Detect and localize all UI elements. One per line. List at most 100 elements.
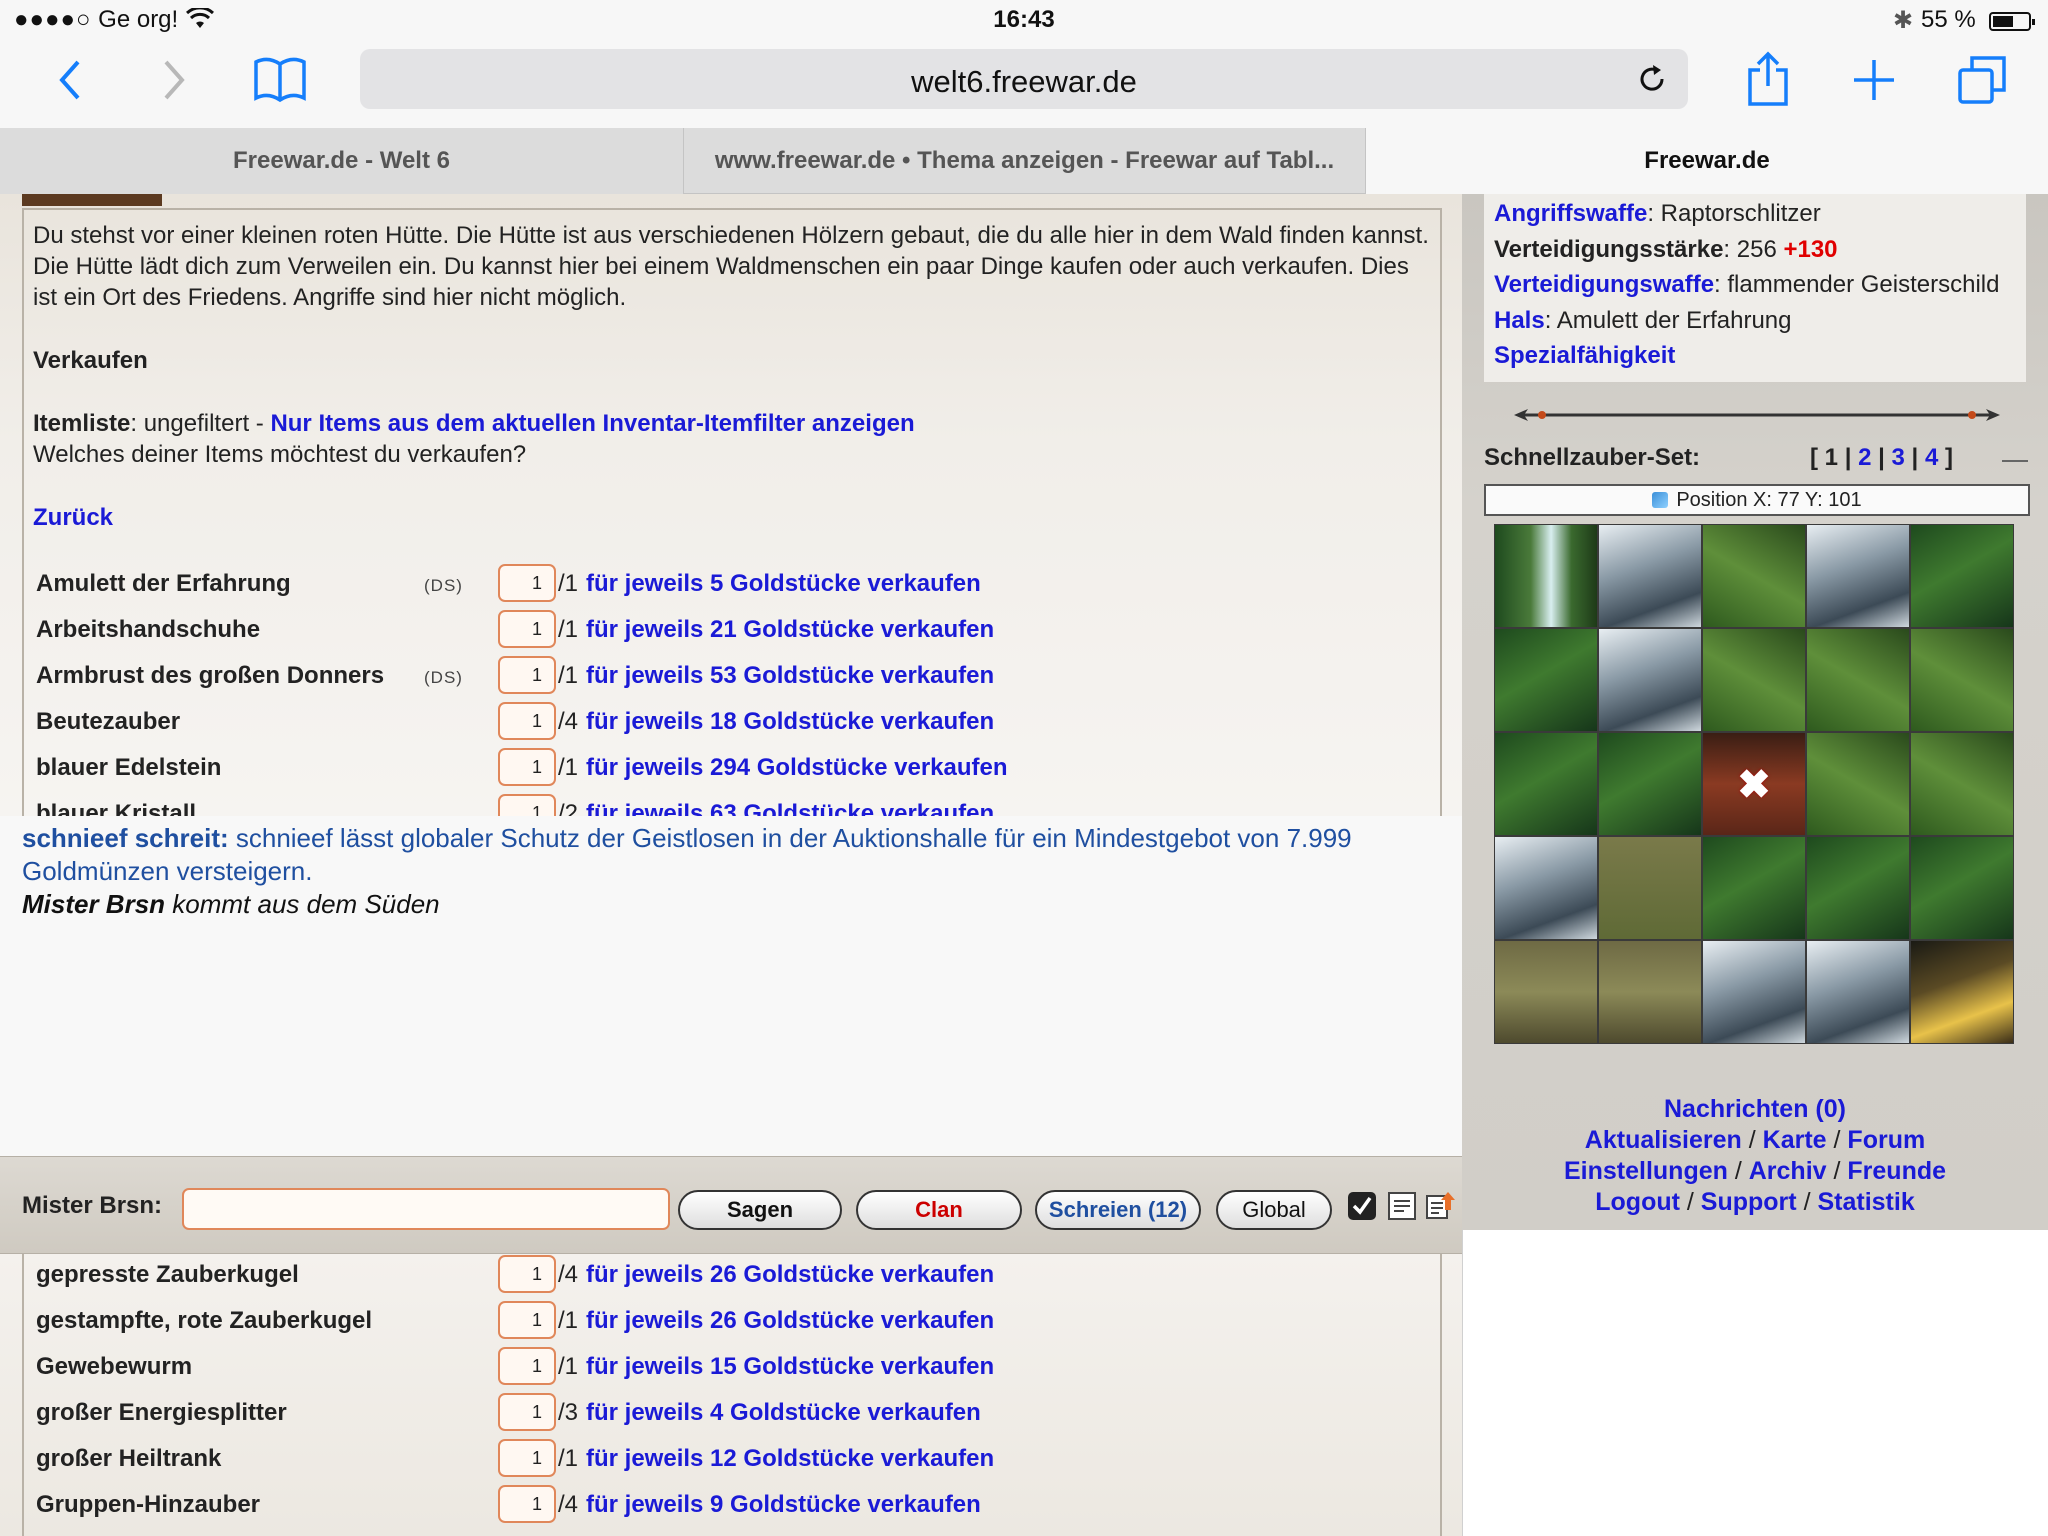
map-tile[interactable] (1598, 940, 1702, 1044)
map-tile[interactable] (1494, 732, 1598, 836)
quickspell-set-2[interactable]: 2 (1858, 444, 1871, 471)
quantity-input[interactable]: 1 (498, 1347, 556, 1385)
map-tile[interactable] (1494, 628, 1598, 732)
quantity-input[interactable]: 1 (498, 748, 556, 786)
map-tile[interactable] (1702, 628, 1806, 732)
chat-input[interactable] (182, 1188, 670, 1230)
quantity-input[interactable]: 1 (498, 1393, 556, 1431)
map-tile[interactable] (1494, 940, 1598, 1044)
bookmarks-icon[interactable] (252, 54, 308, 104)
quantity-input[interactable]: 1 (498, 1255, 556, 1293)
reload-icon[interactable] (1636, 63, 1668, 95)
map-tile[interactable] (1702, 524, 1806, 628)
chat-options-icon[interactable] (1424, 1190, 1456, 1222)
url-text[interactable]: welt6.freewar.de (360, 64, 1688, 100)
item-available-count: /2 (558, 800, 579, 816)
item-name: großer Energiesplitter (36, 1399, 287, 1426)
address-bar[interactable]: welt6.freewar.de (360, 49, 1688, 109)
quantity-input[interactable]: 1 (498, 702, 556, 740)
sell-link[interactable]: für jeweils 21 Goldstücke verkaufen (586, 616, 994, 644)
tabs-overview-icon[interactable] (1956, 54, 2008, 106)
map-tile[interactable] (1702, 836, 1806, 940)
map-tile[interactable] (1494, 836, 1598, 940)
tab-freewar-active[interactable]: Freewar.de (1366, 128, 2048, 194)
separator: / (1826, 1126, 1848, 1154)
archive-link[interactable]: Archiv (1749, 1157, 1827, 1185)
sell-link[interactable]: für jeweils 9 Goldstücke verkaufen (586, 1491, 981, 1519)
quantity-input[interactable]: 1 (498, 794, 556, 816)
stat-key[interactable]: Spezialfähigkeit (1494, 342, 1675, 369)
quantity-input[interactable]: 1 (498, 656, 556, 694)
stat-key[interactable]: Angriffswaffe (1494, 200, 1647, 227)
quantity-input[interactable]: 1 (498, 1485, 556, 1523)
statistics-link[interactable]: Statistik (1817, 1188, 1914, 1216)
map-tile[interactable] (1598, 836, 1702, 940)
item-tag: (DS) (424, 668, 463, 687)
back-link[interactable]: Zurück (33, 504, 113, 532)
sell-link[interactable]: für jeweils 15 Goldstücke verkaufen (586, 1353, 994, 1381)
clan-button[interactable]: Clan (856, 1190, 1022, 1230)
map-tile[interactable] (1494, 524, 1598, 628)
quickspell-set-3[interactable]: 3 (1892, 444, 1905, 471)
chat-player-name[interactable]: Mister Brsn (22, 889, 165, 919)
sell-link[interactable]: für jeweils 26 Goldstücke verkaufen (586, 1261, 994, 1289)
tab-forum-thread[interactable]: www.freewar.de • Thema anzeigen - Freewa… (684, 128, 1366, 194)
separator: / (1796, 1188, 1818, 1216)
map-tile[interactable] (1910, 836, 2014, 940)
sell-link[interactable]: für jeweils 53 Goldstücke verkaufen (586, 662, 994, 690)
map-tile[interactable] (1598, 628, 1702, 732)
share-icon[interactable] (1746, 50, 1790, 108)
tab-freewar-welt6[interactable]: Freewar.de - Welt 6 (0, 128, 684, 194)
map-tile[interactable] (1806, 524, 1910, 628)
item-available-count: /1 (558, 1445, 579, 1472)
say-button[interactable]: Sagen (678, 1190, 842, 1230)
support-link[interactable]: Support (1701, 1188, 1797, 1216)
sell-link[interactable]: für jeweils 4 Goldstücke verkaufen (586, 1399, 981, 1427)
map-tile[interactable] (1598, 732, 1702, 836)
stat-key[interactable]: Hals (1494, 307, 1545, 334)
map-tile[interactable] (1910, 940, 2014, 1044)
item-name: Gewebewurm (36, 1353, 193, 1380)
quantity-input[interactable]: 1 (498, 1301, 556, 1339)
quantity-input[interactable]: 1 (498, 610, 556, 648)
refresh-link[interactable]: Aktualisieren (1585, 1126, 1742, 1154)
map-tile[interactable] (1910, 524, 2014, 628)
map-tile[interactable] (1598, 524, 1702, 628)
settings-link[interactable]: Einstellungen (1564, 1157, 1728, 1185)
sell-link[interactable]: für jeweils 5 Goldstücke verkaufen (586, 570, 981, 598)
map-tile[interactable] (1806, 836, 1910, 940)
quickspell-set-4[interactable]: 4 (1925, 444, 1938, 471)
forum-link[interactable]: Forum (1847, 1126, 1925, 1154)
notes-icon[interactable] (1386, 1190, 1418, 1222)
back-icon[interactable] (56, 58, 84, 102)
map-tile-current[interactable]: ✖ (1702, 732, 1806, 836)
sell-link[interactable]: für jeweils 26 Goldstücke verkaufen (586, 1307, 994, 1335)
sell-link[interactable]: für jeweils 294 Goldstücke verkaufen (586, 754, 1008, 782)
new-tab-icon[interactable] (1852, 58, 1896, 102)
logout-link[interactable]: Logout (1595, 1188, 1680, 1216)
shout-button[interactable]: Schreien (12) (1035, 1190, 1201, 1230)
sell-link[interactable]: für jeweils 12 Goldstücke verkaufen (586, 1445, 994, 1473)
map-tile[interactable] (1806, 940, 1910, 1044)
map-link[interactable]: Karte (1763, 1126, 1827, 1154)
map-tile[interactable] (1806, 732, 1910, 836)
stat-key[interactable]: Verteidigungswaffe (1494, 271, 1714, 298)
global-button[interactable]: Global (1216, 1190, 1332, 1230)
map-tile[interactable] (1702, 940, 1806, 1044)
sell-link[interactable]: für jeweils 18 Goldstücke verkaufen (586, 708, 994, 736)
itemlist-filter-link[interactable]: Nur Items aus dem aktuellen Inventar-Ite… (270, 410, 914, 437)
friends-link[interactable]: Freunde (1847, 1157, 1946, 1185)
bluetooth-icon: ✱ (1893, 7, 1914, 34)
sell-link[interactable]: für jeweils 63 Goldstücke verkaufen (586, 800, 994, 816)
checkbox-icon[interactable] (1346, 1190, 1378, 1222)
messages-link[interactable]: Nachrichten (0) (1664, 1095, 1846, 1123)
map-tile[interactable] (1910, 732, 2014, 836)
quickspell-set-1[interactable]: 1 (1825, 444, 1838, 471)
chat-speaker[interactable]: schnieef schreit: (22, 823, 229, 853)
quantity-input[interactable]: 1 (498, 564, 556, 602)
map-tile[interactable] (1806, 628, 1910, 732)
quantity-input[interactable]: 1 (498, 1439, 556, 1477)
map-tile[interactable] (1910, 628, 2014, 732)
minimize-button[interactable] (2002, 442, 2028, 462)
forward-icon[interactable] (160, 58, 188, 102)
